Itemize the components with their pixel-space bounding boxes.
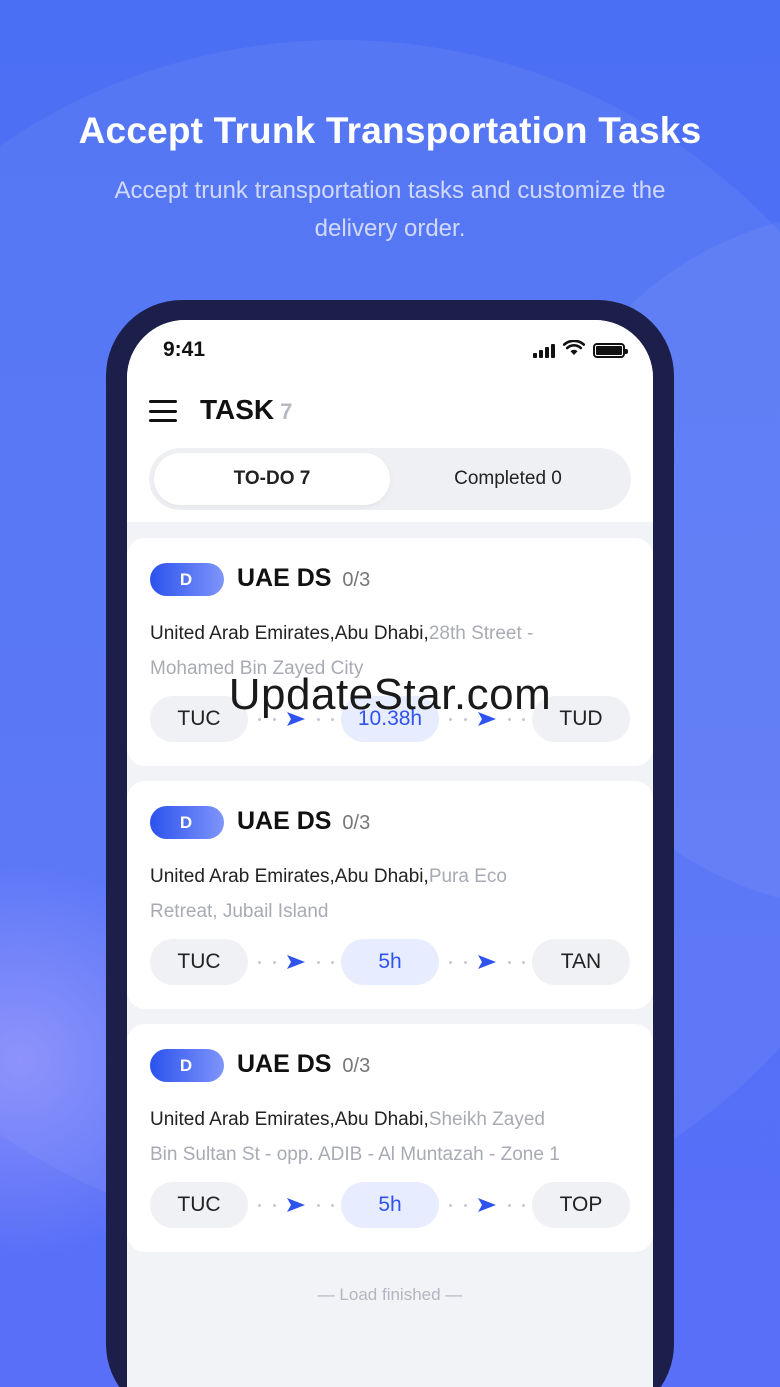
task-card[interactable]: D UAE DS 0/3 United Arab Emirates,Abu Dh… [127,1024,653,1252]
route-duration: 5h [341,1182,439,1228]
task-title-text: UAE DS [237,1050,332,1078]
route-origin: TUC [150,1182,248,1228]
status-time: 9:41 [163,338,206,361]
task-address: United Arab Emirates,Abu Dhabi,Sheikh Za… [150,1102,570,1172]
task-title-text: UAE DS [237,807,332,835]
signal-icon [533,343,555,358]
route-destination: TAN [532,939,630,985]
battery-icon [593,343,628,358]
route-connector [258,1198,334,1212]
wifi-icon [562,339,586,361]
arrow-right-icon [287,1198,305,1212]
tab-todo[interactable]: TO-DO 7 [154,453,390,505]
task-type-badge: D [150,806,224,839]
app-header: 9:41 TASK 7 TO-DO 7 Completed 0 [127,320,653,522]
promo-subline: Accept trunk transportation tasks and cu… [114,177,666,242]
load-finished-text: — Load finished — [317,1285,463,1304]
task-route: TUC 5h TAN [150,939,630,985]
arrow-right-icon [478,955,496,969]
arrow-right-icon [478,1198,496,1212]
task-title: UAE DS 0/3 [237,1050,370,1079]
task-route: TUC 5h TOP [150,1182,630,1228]
route-connector [449,1198,525,1212]
page-title-text: TASK [200,394,275,425]
route-duration: 5h [341,939,439,985]
tab-completed[interactable]: Completed 0 [390,453,626,505]
task-type-badge: D [150,563,224,596]
task-card[interactable]: D UAE DS 0/3 United Arab Emirates,Abu Dh… [127,538,653,766]
route-connector [449,955,525,969]
arrow-right-icon [287,955,305,969]
task-tabs: TO-DO 7 Completed 0 [149,448,631,510]
address-main: United Arab Emirates,Abu Dhabi, [150,1109,429,1130]
status-icons [533,339,628,361]
route-destination: TOP [532,1182,630,1228]
task-title: UAE DS 0/3 [237,807,370,836]
menu-icon[interactable] [149,400,177,422]
task-address: United Arab Emirates,Abu Dhabi,Pura Eco … [150,859,570,929]
address-main: United Arab Emirates,Abu Dhabi, [150,866,429,887]
watermark: UpdateStar.com [228,670,552,719]
page-title: TASK 7 [200,394,292,426]
task-title: UAE DS 0/3 [237,564,370,593]
task-title-text: UAE DS [237,564,332,592]
phone-screen: 9:41 TASK 7 TO-DO 7 Completed 0 D UAE DS… [127,320,653,1387]
task-progress: 0/3 [342,569,371,591]
promo-headline: Accept Trunk Transportation Tasks [78,110,702,151]
route-connector [258,955,334,969]
task-type-badge: D [150,1049,224,1082]
task-progress: 0/3 [342,1055,371,1077]
route-origin: TUC [150,939,248,985]
task-progress: 0/3 [342,812,371,834]
task-count: 7 [280,399,293,424]
address-main: United Arab Emirates,Abu Dhabi, [150,623,429,644]
task-card[interactable]: D UAE DS 0/3 United Arab Emirates,Abu Dh… [127,781,653,1009]
